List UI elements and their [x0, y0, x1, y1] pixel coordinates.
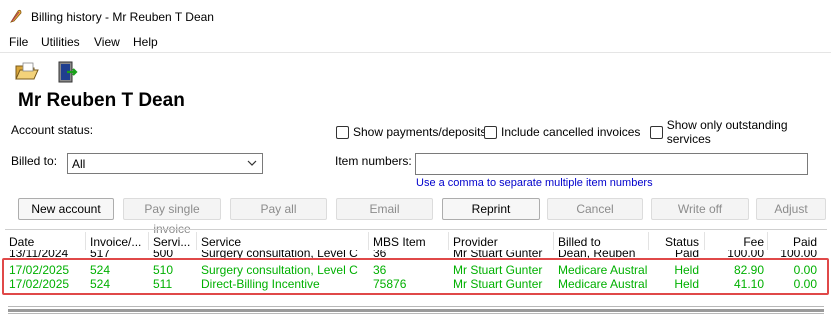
- folder-open-icon[interactable]: [14, 59, 40, 85]
- cell-billed-to: Medicare Australia: [558, 278, 648, 291]
- cell-service: Direct-Billing Incentive: [201, 278, 320, 291]
- column-divider[interactable]: [368, 232, 369, 250]
- title-bar: Billing history - Mr Reuben T Dean: [0, 0, 831, 33]
- column-header-invoice[interactable]: Invoice/...: [90, 235, 146, 249]
- new-account-button[interactable]: New account: [18, 198, 114, 220]
- cell-service: Surgery consultation, Level C: [201, 264, 358, 277]
- cell-date: 13/11/2024: [9, 250, 69, 259]
- checkbox-box[interactable]: [336, 125, 349, 139]
- column-header-paid[interactable]: Paid: [772, 235, 817, 249]
- column-header-billed-to[interactable]: Billed to: [558, 235, 648, 249]
- column-header-status[interactable]: Status: [653, 235, 699, 249]
- cell-billed-to: Dean, Reuben: [558, 250, 636, 259]
- billed-to-value: All: [72, 157, 86, 171]
- horizontal-scrollbar[interactable]: [8, 306, 824, 314]
- scrollbar-thumb[interactable]: [8, 309, 824, 312]
- cell-service-number: 511: [153, 278, 173, 291]
- item-numbers-label: Item numbers:: [335, 154, 412, 168]
- menu-file[interactable]: File: [9, 35, 28, 49]
- checkbox-label: Show only outstanding services: [666, 118, 788, 146]
- pay-single-invoice-button[interactable]: Pay single invoice: [123, 198, 221, 236]
- column-divider[interactable]: [448, 232, 449, 250]
- column-header-provider[interactable]: Provider: [453, 235, 551, 249]
- show-payments-checkbox[interactable]: Show payments/deposits: [336, 124, 486, 140]
- cell-invoice: 517: [90, 250, 111, 259]
- menu-bar: File Utilities View Help: [0, 33, 831, 52]
- cell-fee: 41.10: [733, 278, 764, 291]
- table-row[interactable]: 17/02/2025 524 510 Surgery consultation,…: [5, 264, 827, 277]
- cell-status: Held: [674, 264, 699, 277]
- item-numbers-hint: Use a comma to separate multiple item nu…: [416, 177, 653, 189]
- show-outstanding-checkbox[interactable]: Show only outstanding services: [650, 118, 831, 146]
- cell-provider: Mr Stuart Gunter: [453, 278, 543, 291]
- menu-help[interactable]: Help: [133, 35, 158, 49]
- cell-invoice: 524: [90, 278, 111, 291]
- cell-fee: 100.00: [727, 250, 764, 259]
- cancel-button[interactable]: Cancel: [547, 198, 643, 220]
- table-row[interactable]: 13/11/2024 517 500 Surgery consultation,…: [5, 250, 827, 259]
- cell-paid: 100.00: [780, 250, 817, 259]
- column-divider[interactable]: [553, 232, 554, 250]
- checkbox-label: Include cancelled invoices: [501, 125, 641, 139]
- column-header-service-number[interactable]: Servi...: [153, 235, 197, 249]
- window-title: Billing history - Mr Reuben T Dean: [31, 10, 214, 24]
- cell-status: Held: [674, 278, 699, 291]
- cell-invoice: 524: [90, 264, 111, 277]
- column-header-mbs-item[interactable]: MBS Item: [373, 235, 448, 249]
- cell-service-number: 500: [153, 250, 174, 259]
- cell-provider: Mr Stuart Gunter: [453, 250, 543, 259]
- include-cancelled-checkbox[interactable]: Include cancelled invoices: [484, 124, 640, 140]
- table-header: Date Invoice/... Servi... Service MBS It…: [5, 230, 827, 252]
- column-divider[interactable]: [704, 232, 705, 250]
- column-divider[interactable]: [767, 232, 768, 250]
- column-header-fee[interactable]: Fee: [709, 235, 764, 249]
- checkbox-box[interactable]: [650, 125, 663, 139]
- cell-billed-to: Medicare Australia: [558, 264, 648, 277]
- app-feather-icon: [10, 9, 22, 23]
- cell-service-number: 510: [153, 264, 174, 277]
- billing-history-table[interactable]: Date Invoice/... Servi... Service MBS It…: [5, 229, 827, 311]
- exit-door-icon[interactable]: [54, 59, 80, 85]
- adjust-button[interactable]: Adjust: [756, 198, 826, 220]
- cell-date: 17/02/2025: [9, 278, 70, 291]
- checkbox-label: Show payments/deposits: [353, 125, 487, 139]
- pay-all-button[interactable]: Pay all: [230, 198, 327, 220]
- cell-fee: 82.90: [733, 264, 764, 277]
- column-header-date[interactable]: Date: [9, 235, 83, 249]
- item-numbers-input[interactable]: [415, 153, 808, 175]
- account-status-label: Account status:: [11, 123, 94, 137]
- cell-provider: Mr Stuart Gunter: [453, 264, 543, 277]
- cell-mbs-item: 75876: [373, 278, 407, 291]
- column-divider[interactable]: [85, 232, 86, 250]
- checkbox-box[interactable]: [484, 125, 497, 139]
- column-header-service[interactable]: Service: [201, 235, 361, 249]
- cell-date: 17/02/2025: [9, 264, 70, 277]
- cell-paid: 0.00: [793, 264, 817, 277]
- chevron-down-icon: [247, 160, 257, 166]
- patient-name-heading: Mr Reuben T Dean: [18, 90, 185, 111]
- column-divider[interactable]: [196, 232, 197, 250]
- cell-paid: 0.00: [793, 278, 817, 291]
- toolbar: [0, 52, 831, 88]
- billed-to-select[interactable]: All: [67, 153, 263, 174]
- reprint-button[interactable]: Reprint: [442, 198, 540, 220]
- column-divider[interactable]: [148, 232, 149, 250]
- menu-view[interactable]: View: [94, 35, 120, 49]
- menu-utilities[interactable]: Utilities: [41, 35, 80, 49]
- cell-mbs-item: 36: [373, 250, 387, 259]
- cell-mbs-item: 36: [373, 264, 387, 277]
- cell-service: Surgery consultation, Level C: [201, 250, 358, 259]
- table-row[interactable]: 17/02/2025 524 511 Direct-Billing Incent…: [5, 278, 827, 291]
- cell-status: Paid: [674, 250, 699, 259]
- write-off-button[interactable]: Write off: [651, 198, 749, 220]
- column-divider[interactable]: [648, 232, 649, 250]
- billed-to-label: Billed to:: [11, 154, 58, 168]
- email-button[interactable]: Email: [336, 198, 433, 220]
